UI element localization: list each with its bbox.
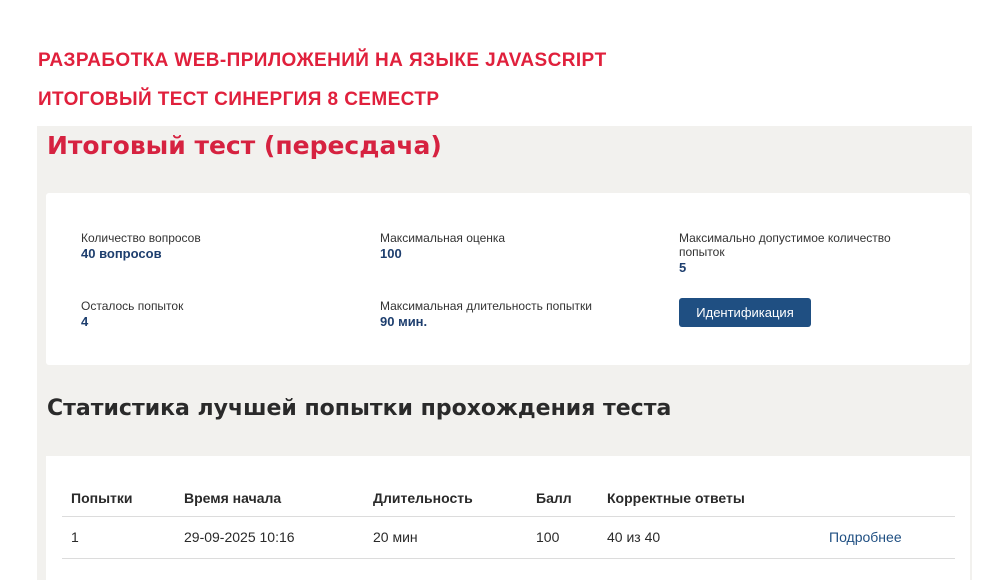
info-attempts-left-label: Осталось попыток: [81, 299, 184, 313]
stats-table-card: Попытки Время начала Длительность Балл К…: [46, 456, 970, 580]
banner-line-1: РАЗРАБОТКА WEB-ПРИЛОЖЕНИЙ НА ЯЗЫКЕ JAVAS…: [38, 50, 607, 71]
header-actions: [820, 480, 955, 517]
cell-start-time: 29-09-2025 10:16: [175, 516, 364, 559]
info-max-attempts: Максимально допустимое количество попыто…: [679, 231, 909, 275]
banner-line-2: ИТОГОВЫЙ ТЕСТ СИНЕРГИЯ 8 СЕМЕСТР: [38, 89, 440, 110]
info-attempts-left: Осталось попыток 4: [81, 299, 183, 329]
cell-score: 100: [527, 516, 598, 559]
header-duration: Длительность: [364, 480, 527, 517]
info-questions: Количество вопросов 40 вопросов: [81, 231, 201, 261]
header-start-time: Время начала: [175, 480, 364, 517]
header-attempts: Попытки: [62, 480, 175, 517]
cell-attempt: 1: [62, 516, 175, 559]
details-link[interactable]: Подробнее: [829, 529, 902, 545]
info-max-score: Максимальная оценка 100: [380, 231, 505, 261]
table-row: 1 29-09-2025 10:16 20 мин 100 40 из 40 П…: [62, 516, 955, 559]
info-max-duration-value: 90 мин.: [380, 314, 428, 329]
stats-title: Статистика лучшей попытки прохождения те…: [47, 396, 672, 421]
table-header-row: Попытки Время начала Длительность Балл К…: [62, 480, 955, 517]
stats-table: Попытки Время начала Длительность Балл К…: [62, 480, 955, 559]
identification-button[interactable]: Идентификация: [679, 298, 811, 327]
info-max-duration-label: Максимальная длительность попытки: [380, 299, 592, 313]
test-panel: Итоговый тест (пересдача) Количество воп…: [37, 126, 972, 580]
cell-correct-answers: 40 из 40: [598, 516, 820, 559]
info-max-score-value: 100: [380, 246, 402, 261]
header-correct-answers: Корректные ответы: [598, 480, 820, 517]
info-questions-value: 40 вопросов: [81, 246, 162, 261]
info-questions-label: Количество вопросов: [81, 231, 201, 245]
page-title: Итоговый тест (пересдача): [47, 131, 442, 160]
cell-actions: Подробнее: [820, 516, 955, 559]
info-max-duration: Максимальная длительность попытки 90 мин…: [380, 299, 592, 329]
header-score: Балл: [527, 480, 598, 517]
info-max-attempts-value: 5: [679, 260, 687, 275]
cell-duration: 20 мин: [364, 516, 527, 559]
test-info-card: Количество вопросов 40 вопросов Максимал…: [46, 193, 970, 365]
info-max-attempts-label: Максимально допустимое количество попыто…: [679, 231, 891, 259]
info-attempts-left-value: 4: [81, 314, 89, 329]
info-max-score-label: Максимальная оценка: [380, 231, 506, 245]
